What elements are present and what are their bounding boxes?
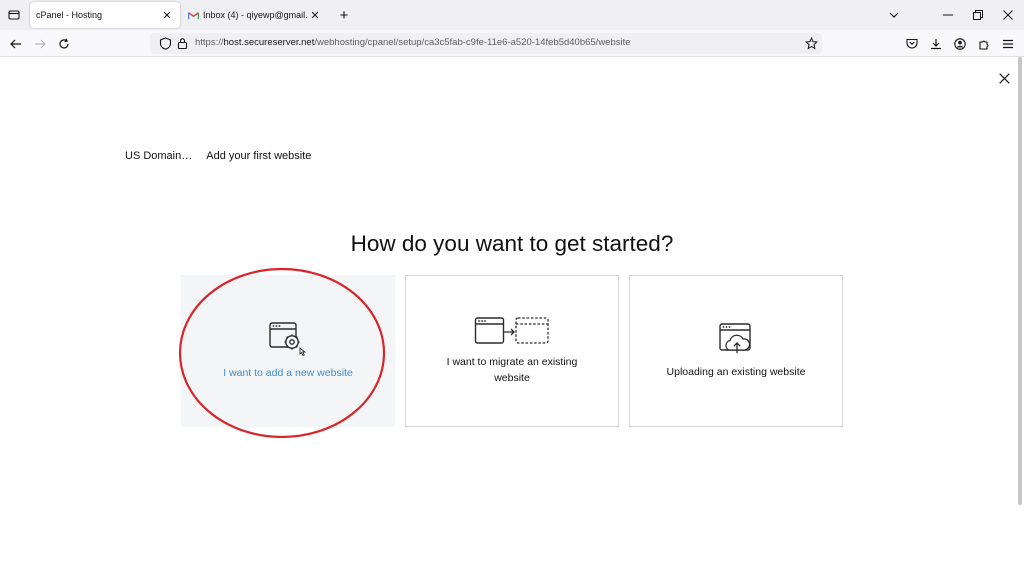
add-new-website-option[interactable]: I want to add a new website — [181, 275, 395, 427]
tab-list-icon[interactable] — [4, 5, 24, 25]
scrollbar[interactable] — [1018, 57, 1022, 505]
address-bar[interactable]: https://host.secureserver.net/webhosting… — [150, 33, 822, 54]
download-icon[interactable] — [926, 34, 946, 53]
close-window-icon[interactable] — [998, 5, 1018, 25]
upload-website-option[interactable]: Uploading an existing website — [629, 275, 843, 427]
new-tab-icon[interactable]: + — [335, 5, 353, 25]
migrate-website-option[interactable]: I want to migrate an existing website — [405, 275, 619, 427]
back-arrow-icon[interactable] — [6, 34, 26, 53]
tab-title: cPanel - Hosting — [36, 10, 103, 20]
lock-icon[interactable] — [176, 37, 189, 50]
browser-gear-icon — [269, 322, 307, 357]
url-host: host.secureserver.net — [223, 37, 315, 48]
extensions-icon[interactable] — [974, 34, 994, 53]
navigation-toolbar: https://host.secureserver.net/webhosting… — [0, 30, 1024, 57]
close-tab-icon[interactable]: ✕ — [160, 8, 174, 22]
restore-icon[interactable] — [968, 5, 988, 25]
close-icon[interactable] — [994, 68, 1014, 88]
chevron-down-icon[interactable] — [884, 5, 904, 25]
browser-upload-icon — [719, 323, 751, 353]
gmail-icon — [188, 11, 199, 19]
option-label: I want to migrate an existing website — [446, 356, 578, 384]
minimize-icon[interactable] — [938, 5, 958, 25]
option-label: Uploading an existing website — [666, 366, 806, 378]
shield-icon[interactable] — [159, 37, 172, 50]
close-tab-icon[interactable]: ✕ — [308, 8, 322, 22]
breadcrumb-item-current: Add your first website — [206, 150, 312, 162]
forward-arrow-icon[interactable] — [30, 34, 50, 53]
page-title: How do you want to get started? — [350, 231, 674, 256]
tab-cpanel[interactable]: cPanel - Hosting ✕ — [30, 2, 180, 28]
account-icon[interactable] — [950, 34, 970, 53]
pocket-icon[interactable] — [902, 34, 922, 53]
breadcrumb-item-domain[interactable]: US Domain… — [125, 150, 192, 162]
breadcrumb: US Domain… Add your first website — [125, 150, 311, 162]
page-content: US Domain… Add your first website How do… — [0, 57, 1024, 576]
tab-gmail[interactable]: Inbox (4) - qiyewp@gmail.com ✕ — [182, 2, 328, 28]
url-scheme: https:// — [195, 37, 224, 48]
tab-title: Inbox (4) - qiyewp@gmail.com — [203, 10, 308, 20]
menu-icon[interactable] — [998, 34, 1018, 53]
tab-bar: cPanel - Hosting ✕ Inbox (4) - qiyewp@gm… — [0, 0, 1024, 30]
url-text[interactable]: https://host.secureserver.net/webhosting… — [195, 37, 631, 48]
option-label: I want to add a new website — [223, 367, 353, 379]
url-path: /webhosting/cpanel/setup/ca3c5fab-c9fe-1… — [314, 37, 631, 48]
browser-migrate-icon — [474, 317, 549, 344]
reload-icon[interactable] — [54, 34, 74, 53]
bookmark-star-icon[interactable] — [805, 37, 818, 50]
